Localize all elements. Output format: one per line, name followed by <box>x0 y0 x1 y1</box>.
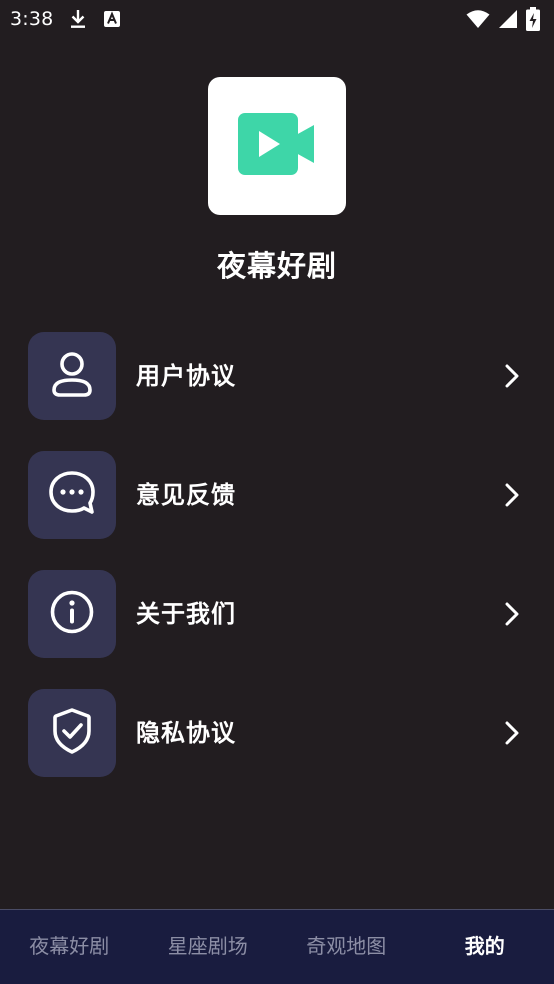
profile-screen: 3:38 夜幕好剧 用户协议 意见反馈 关于我们 隐私协议 夜幕好剧 星座剧场 … <box>0 0 554 984</box>
tab-mine[interactable]: 我的 <box>416 910 554 978</box>
menu-icon-box <box>28 570 116 658</box>
status-right <box>466 7 540 31</box>
menu-icon-box <box>28 451 116 539</box>
shield-check-icon <box>51 707 93 759</box>
tab-constellation-theater[interactable]: 星座剧场 <box>139 910 278 978</box>
menu-label: 用户协议 <box>136 362 236 390</box>
app-name: 夜幕好剧 <box>216 249 337 283</box>
menu-item-feedback[interactable]: 意见反馈 <box>0 451 554 539</box>
video-camera-icon <box>238 113 316 179</box>
app-logo <box>208 77 346 215</box>
user-icon <box>50 350 94 402</box>
status-time: 3:38 <box>10 8 54 30</box>
chevron-right-icon <box>498 600 526 628</box>
menu-item-about-us[interactable]: 关于我们 <box>0 570 554 658</box>
signal-icon <box>498 9 518 29</box>
wifi-icon <box>466 9 490 29</box>
bottom-nav: 夜幕好剧 星座剧场 奇观地图 我的 <box>0 909 554 984</box>
menu-item-privacy-policy[interactable]: 隐私协议 <box>0 689 554 777</box>
chevron-right-icon <box>498 719 526 747</box>
menu-label: 关于我们 <box>136 600 236 628</box>
chevron-right-icon <box>498 481 526 509</box>
status-bar: 3:38 <box>0 0 554 38</box>
tab-wonder-map[interactable]: 奇观地图 <box>277 910 416 978</box>
menu-icon-box <box>28 332 116 420</box>
battery-charging-icon <box>526 7 540 31</box>
font-a-icon <box>103 10 121 28</box>
status-left: 3:38 <box>10 8 121 30</box>
menu-item-user-agreement[interactable]: 用户协议 <box>0 332 554 420</box>
menu-label: 隐私协议 <box>136 719 236 747</box>
info-icon <box>49 589 95 639</box>
chevron-right-icon <box>498 362 526 390</box>
menu-label: 意见反馈 <box>136 481 236 509</box>
tab-night-drama[interactable]: 夜幕好剧 <box>0 910 139 978</box>
chat-bubble-icon <box>48 470 96 520</box>
download-icon <box>69 9 87 29</box>
menu-icon-box <box>28 689 116 777</box>
